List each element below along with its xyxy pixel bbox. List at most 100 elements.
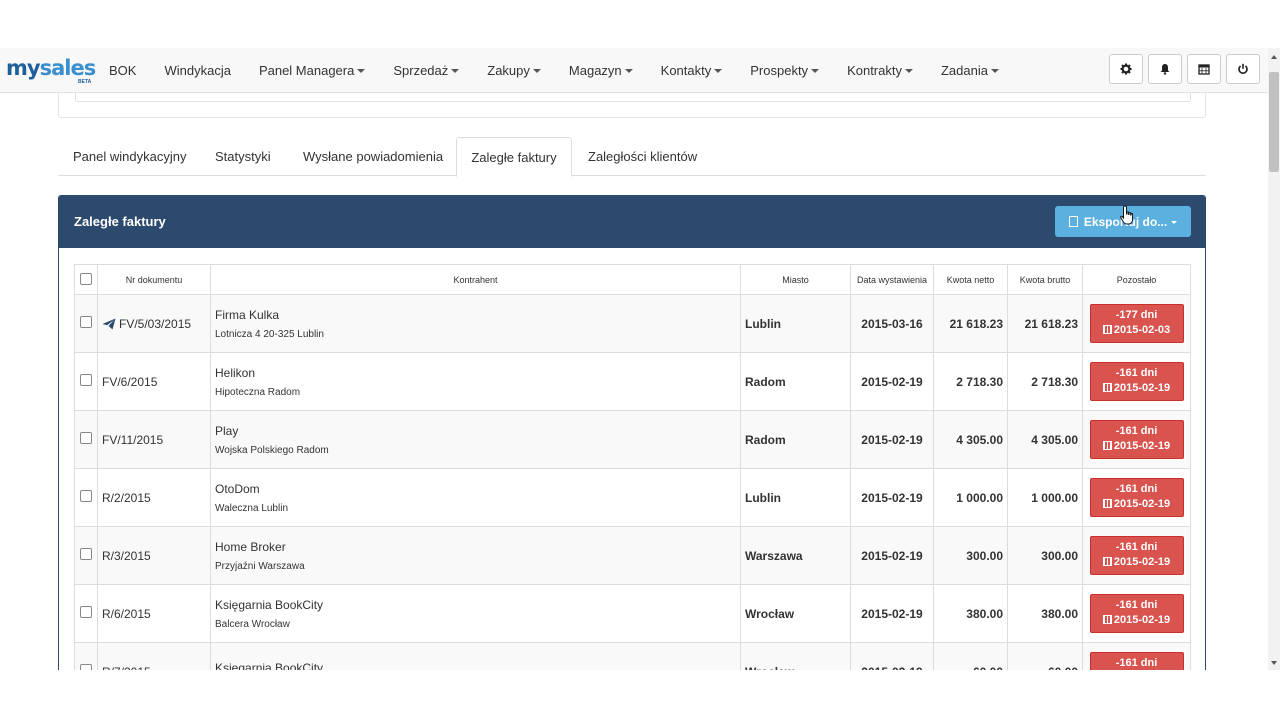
chevron-down-icon [357, 69, 366, 73]
nav-item-label: Kontrakty [847, 62, 902, 78]
contractor-name[interactable]: Księgarnia BookCity [215, 598, 736, 612]
panel-header: Zaległe faktury Eksportuj do... [59, 196, 1205, 248]
calendar-icon [1102, 383, 1112, 392]
nav-item-label: Windykacja [164, 62, 231, 78]
calendar-icon [1102, 499, 1112, 508]
doc-cell[interactable]: R/2/2015 [97, 468, 211, 527]
remaining-cell: -177 dni 2015-02-03 [1082, 294, 1191, 353]
gross-amount-cell: 380.00 [1007, 584, 1083, 643]
nav-item-magazyn[interactable]: Magazyn [555, 48, 647, 92]
doc-cell[interactable]: R/3/2015 [97, 526, 211, 585]
doc-number-text: FV/11/2015 [102, 432, 164, 447]
calendar-button[interactable] [1187, 54, 1221, 84]
contractor-cell: Play Wojska Polskiego Radom [210, 410, 741, 469]
row-select-cell [74, 468, 98, 527]
overdue-badge: -161 dni 2015-02-19 [1089, 420, 1184, 459]
col-header-gross[interactable]: Kwota brutto [1007, 264, 1083, 295]
row-select-cell [74, 410, 98, 469]
tab-zaleglosci-klientow[interactable]: Zaległości klientów [588, 137, 697, 176]
select-all-cell [74, 264, 98, 295]
settings-button[interactable] [1109, 54, 1143, 84]
overdue-badge: -177 dni 2015-02-03 [1089, 304, 1184, 343]
table-row[interactable]: FV/6/2015 Helikon Hipoteczna Radom Radom 201… [74, 352, 1191, 411]
contractor-name[interactable]: OtoDom [215, 482, 736, 496]
due-date-text: 2015-02-19 [1113, 382, 1171, 394]
tab-wyslane-powiadomienia[interactable]: Wysłane powiadomienia [303, 137, 443, 176]
notifications-button[interactable] [1148, 54, 1182, 84]
nav-item-kontrakty[interactable]: Kontrakty [833, 48, 927, 92]
doc-number[interactable]: R/6/2015 [102, 607, 206, 621]
nav-item-bok[interactable]: BOK [95, 48, 150, 92]
col-header-doc[interactable]: Nr dokumentu [97, 264, 211, 295]
col-header-city[interactable]: Miasto [740, 264, 851, 295]
tab-zalegle-faktury[interactable]: Zaległe faktury [456, 137, 572, 177]
table-row[interactable]: R/3/2015 Home Broker Przyjaźni Warszawa War… [74, 526, 1191, 585]
scroll-down-arrow-icon[interactable] [1268, 658, 1280, 668]
doc-number[interactable]: FV/5/03/2015 [102, 317, 206, 331]
row-select-cell [74, 294, 98, 353]
scroll-up-arrow-icon[interactable] [1268, 52, 1280, 62]
doc-cell[interactable]: R/6/2015 [97, 584, 211, 643]
logo[interactable]: mysales BETA [6, 54, 96, 86]
doc-number-text: FV/5/03/2015 [119, 316, 192, 331]
overdue-badge: -161 dni 2015-02-19 [1089, 478, 1184, 517]
nav-item-windykacja[interactable]: Windykacja [150, 48, 244, 92]
row-checkbox[interactable] [80, 606, 92, 618]
net-amount-cell: 1 000.00 [933, 468, 1008, 527]
contractor-name[interactable]: Firma Kulka [215, 308, 736, 322]
scrollbar-thumb[interactable] [1269, 72, 1279, 172]
contractor-name[interactable]: Helikon [215, 366, 736, 380]
doc-cell[interactable]: FV/6/2015 [97, 352, 211, 411]
doc-number[interactable]: FV/6/2015 [102, 375, 206, 389]
date-cell: 2015-02-19 [850, 468, 934, 527]
nav-item-zadania[interactable]: Zadania [927, 48, 1013, 92]
table-row[interactable]: R/2/2015 OtoDom Waleczna Lublin Lublin 2015-… [74, 468, 1191, 527]
remaining-cell: -161 dni 2015-02-19 [1082, 410, 1191, 469]
gross-amount-cell: 4 305.00 [1007, 410, 1083, 469]
due-date-text: 2015-02-19 [1113, 556, 1171, 568]
due-date-text: 2015-02-03 [1113, 324, 1171, 336]
table-header-row: Nr dokumentu Kontrahent Miasto Data wyst… [74, 264, 1191, 295]
chevron-down-icon [990, 69, 999, 73]
paper-plane-icon [102, 318, 116, 329]
col-header-date[interactable]: Data wystawienia [850, 264, 934, 295]
row-checkbox[interactable] [80, 316, 92, 328]
tab-panel-windykacyjny[interactable]: Panel windykacyjny [73, 137, 186, 176]
select-all-checkbox[interactable] [80, 272, 92, 285]
logout-button[interactable] [1226, 54, 1260, 84]
doc-number[interactable]: R/2/2015 [102, 491, 206, 505]
tab-statystyki[interactable]: Statystyki [215, 137, 271, 176]
contractor-name[interactable]: Home Broker [215, 540, 736, 554]
table-row[interactable]: R/6/2015 Księgarnia BookCity Balcera Wrocł… [74, 584, 1191, 643]
nav-item-label: Zakupy [487, 62, 530, 78]
bottom-margin [0, 670, 1280, 720]
nav-item-panel-managera[interactable]: Panel Managera [245, 48, 379, 92]
row-checkbox[interactable] [80, 374, 92, 386]
nav-item-kontakty[interactable]: Kontakty [647, 48, 737, 92]
table-row[interactable]: FV/11/2015 Play Wojska Polskiego Radom Rado… [74, 410, 1191, 469]
row-checkbox[interactable] [80, 490, 92, 502]
col-header-net[interactable]: Kwota netto [933, 264, 1008, 295]
city-cell: Lublin [740, 294, 851, 353]
nav-item-sprzeda-[interactable]: Sprzedaż [379, 48, 473, 92]
col-header-contractor[interactable]: Kontrahent [210, 264, 741, 295]
logo-text: mysales [6, 56, 96, 80]
table-row[interactable]: FV/5/03/2015 Firma Kulka Lotnicza 4 20-325… [74, 294, 1191, 353]
calendar-icon [1102, 325, 1112, 334]
contractor-name[interactable]: Play [215, 424, 736, 438]
net-amount-cell: 300.00 [933, 526, 1008, 585]
doc-number[interactable]: FV/11/2015 [102, 433, 206, 447]
row-checkbox[interactable] [80, 432, 92, 444]
doc-number[interactable]: R/3/2015 [102, 549, 206, 563]
nav-item-zakupy[interactable]: Zakupy [473, 48, 555, 92]
gross-amount-cell: 21 618.23 [1007, 294, 1083, 353]
bell-icon [1160, 64, 1170, 75]
nav-item-prospekty[interactable]: Prospekty [736, 48, 833, 92]
overdue-days: -161 dni [1115, 367, 1158, 379]
doc-cell[interactable]: FV/11/2015 [97, 410, 211, 469]
row-checkbox[interactable] [80, 548, 92, 560]
doc-cell[interactable]: FV/5/03/2015 [97, 294, 211, 353]
col-header-remaining[interactable]: Pozostało [1082, 264, 1191, 295]
power-icon [1238, 63, 1248, 74]
due-date: 2015-02-19 [1091, 613, 1183, 628]
